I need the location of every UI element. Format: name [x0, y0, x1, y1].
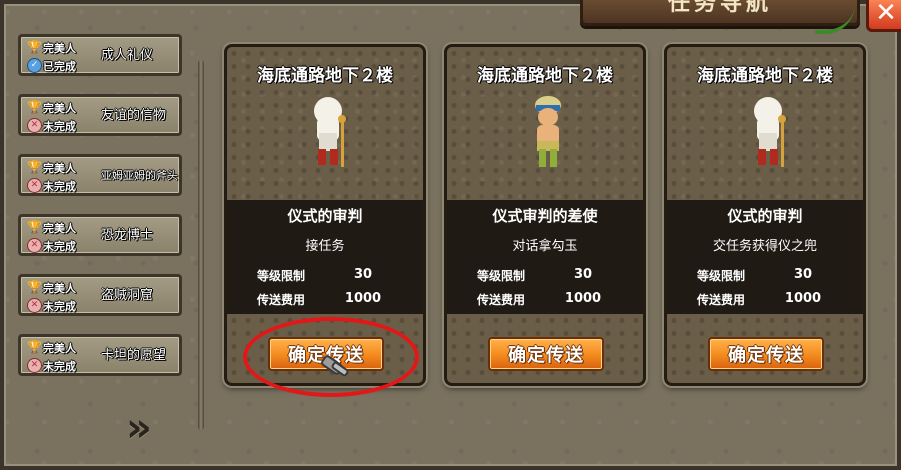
card-location: 海底通路地下２楼: [477, 66, 613, 86]
cross-icon: ✕: [27, 178, 42, 193]
sidebar-item-status: 未完成: [43, 300, 76, 313]
trophy-icon: 🏆: [27, 100, 42, 114]
card-location: 海底通路地下２楼: [697, 66, 833, 86]
level-limit-label: 等级限制: [257, 269, 306, 283]
level-limit-value: 30: [573, 267, 593, 282]
close-button[interactable]: ✕: [866, 0, 901, 32]
sidebar-item-status: 未完成: [43, 240, 76, 253]
sidebar-item-kind: 完美人: [43, 342, 76, 355]
teleport-fee-label: 传送费用: [477, 293, 526, 307]
teleport-fee-value: 1000: [784, 291, 822, 306]
sidebar-item-name: 卡坦的愿望: [101, 347, 167, 363]
sidebar-item-status: 未完成: [43, 120, 76, 133]
sidebar-item-kind: 完美人: [43, 102, 76, 115]
cross-icon: ✕: [27, 358, 42, 373]
card-quest-name: 仪式的审判: [287, 207, 363, 225]
sidebar-item-1[interactable]: 🏆 完美人 ✕ 未完成 友谊的信物: [18, 94, 182, 136]
level-limit-label: 等级限制: [697, 269, 746, 283]
gauntlet-cursor-icon: [321, 355, 349, 377]
sidebar-item-2[interactable]: 🏆 完美人 ✕ 未完成 亚姆亚姆的斧头: [18, 154, 182, 196]
cross-icon: ✕: [27, 238, 42, 253]
card-action: 交任务获得仪之兜: [712, 239, 817, 254]
level-limit-value: 30: [353, 267, 373, 282]
card-location: 海底通路地下２楼: [257, 66, 393, 86]
sidebar-item-5[interactable]: 🏆 完美人 ✕ 未完成 卡坦的愿望: [18, 334, 182, 376]
sidebar-item-status: 已完成: [43, 60, 76, 73]
check-icon: ✓: [27, 58, 42, 73]
sidebar-item-name: 成人礼仪: [101, 47, 154, 63]
confirm-teleport-button[interactable]: 确定传送: [488, 337, 604, 371]
teleport-fee-label: 传送费用: [697, 293, 746, 307]
turbaned-villager-icon: [535, 96, 561, 167]
sidebar-item-name: 友谊的信物: [101, 107, 167, 123]
sidebar-item-name: 亚姆亚姆的斧头: [101, 168, 178, 182]
cross-icon: ✕: [27, 298, 42, 313]
sidebar-item-status: 未完成: [43, 180, 76, 193]
level-limit-value: 30: [793, 267, 813, 282]
teleport-fee-label: 传送费用: [257, 293, 306, 307]
trophy-icon: 🏆: [27, 280, 42, 294]
card-action: 接任务: [305, 239, 345, 254]
quest-card-2: 海底通路地下２楼 仪式的审判 交任务获得仪之兜 等级限制 30 传送费用 100…: [664, 44, 866, 386]
sidebar-item-status: 未完成: [43, 360, 76, 373]
sidebar-item-kind: 完美人: [43, 222, 76, 235]
white-haired-elder-icon: [314, 97, 346, 167]
sidebar-item-name: 盗贼洞窟: [101, 287, 154, 303]
sidebar-item-3[interactable]: 🏆 完美人 ✕ 未完成 恐龙博士: [18, 214, 182, 256]
trophy-icon: 🏆: [27, 340, 42, 354]
card-quest-name: 仪式审判的差使: [492, 207, 598, 225]
trophy-icon: 🏆: [27, 160, 42, 174]
sidebar-item-kind: 完美人: [43, 282, 76, 295]
card-quest-name: 仪式的审判: [727, 207, 803, 225]
trophy-icon: 🏆: [27, 40, 42, 54]
sidebar-item-0[interactable]: 🏆 完美人 ✓ 已完成 成人礼仪: [18, 34, 182, 76]
quest-card-1: 海底通路地下２楼 仪式审判的差使 对话拿勾玉 等级限制 30 传送费用 1000…: [444, 44, 646, 386]
card-action: 对话拿勾玉: [512, 239, 578, 254]
cross-icon: ✕: [27, 118, 42, 133]
sidebar-divider: [198, 60, 204, 430]
teleport-fee-value: 1000: [344, 291, 382, 306]
quest-sidebar: 🏆 完美人 ✓ 已完成 成人礼仪 🏆 完美人 ✕ 未完成 友谊的信物 🏆 完美人…: [18, 34, 184, 394]
trophy-icon: 🏆: [27, 220, 42, 234]
next-page-button[interactable]: »: [126, 408, 166, 448]
sidebar-item-4[interactable]: 🏆 完美人 ✕ 未完成 盗贼洞窟: [18, 274, 182, 316]
level-limit-label: 等级限制: [477, 269, 526, 283]
sidebar-item-name: 恐龙博士: [101, 227, 154, 243]
teleport-fee-value: 1000: [564, 291, 602, 306]
confirm-teleport-button[interactable]: 确定传送: [708, 337, 824, 371]
sidebar-item-kind: 完美人: [43, 42, 76, 55]
sidebar-item-kind: 完美人: [43, 162, 76, 175]
white-haired-elder-icon: [754, 97, 786, 167]
